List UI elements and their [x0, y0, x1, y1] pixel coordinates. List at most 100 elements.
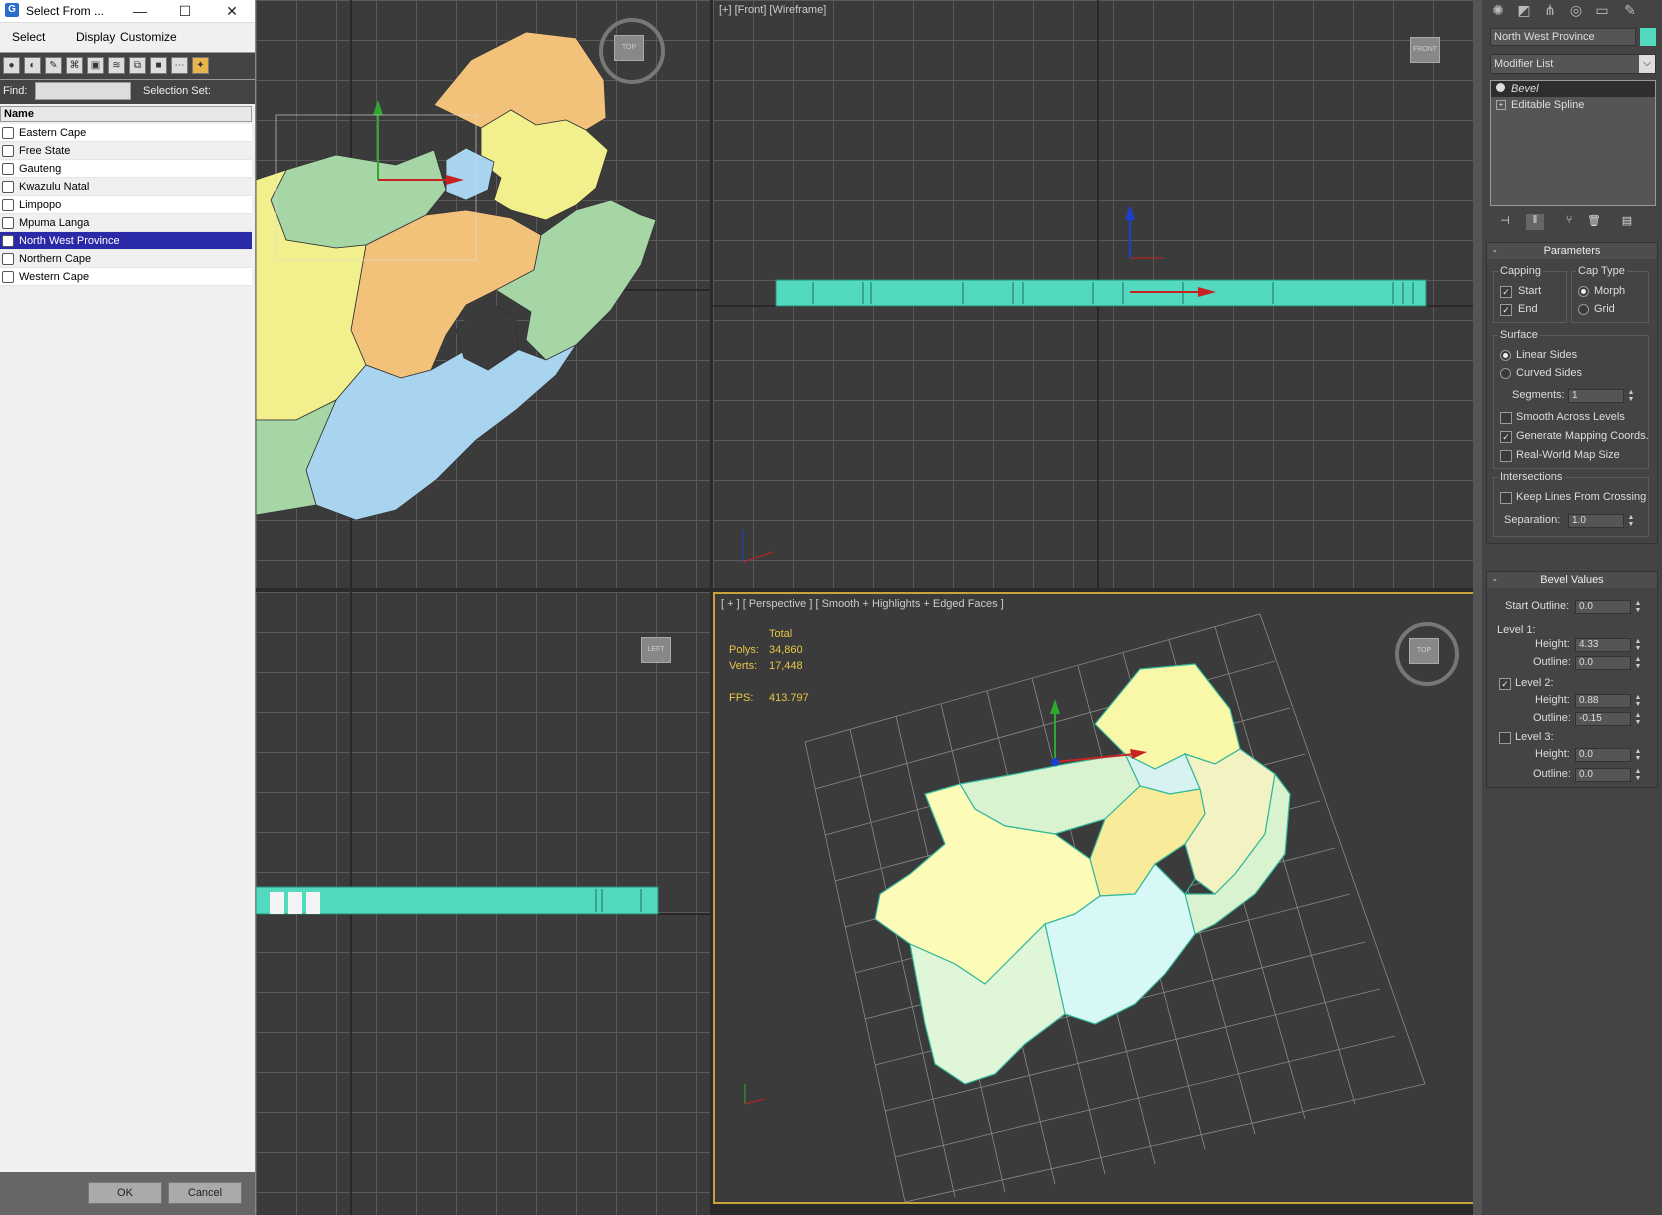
- surface-group: Surface Linear Sides Curved Sides Segmen…: [1493, 329, 1649, 469]
- stack-item-editable-spline[interactable]: + Editable Spline: [1491, 97, 1655, 113]
- level2-checkbox[interactable]: ✓: [1499, 678, 1511, 690]
- level1-label: Level 1:: [1497, 624, 1536, 636]
- spinner-arrows-icon[interactable]: ▲ ▼: [1633, 748, 1643, 762]
- cancel-button[interactable]: Cancel: [168, 1182, 242, 1204]
- stack-buttons: ⊣ ‖ ⑂ 🗑 ▤: [1490, 212, 1656, 234]
- cap-start-checkbox[interactable]: ✓: [1500, 286, 1512, 298]
- gen-mapping-checkbox[interactable]: ✓: [1500, 431, 1512, 443]
- shapes-filter-icon[interactable]: ◐: [24, 57, 41, 74]
- curved-sides-radio[interactable]: [1500, 368, 1511, 379]
- utilities-tab-icon[interactable]: ✎: [1620, 2, 1640, 20]
- viewport-top[interactable]: TOP: [256, 0, 710, 588]
- dialog-titlebar[interactable]: G Select From ... — ☐ ✕: [0, 0, 255, 23]
- level3-checkbox[interactable]: [1499, 732, 1511, 744]
- view-cube-left[interactable]: LEFT: [641, 637, 671, 663]
- list-item[interactable]: Gauteng: [0, 160, 252, 178]
- remove-modifier-icon[interactable]: 🗑: [1585, 214, 1603, 230]
- bones-filter-icon[interactable]: ⋯: [171, 57, 188, 74]
- cap-start-label: Start: [1518, 285, 1542, 297]
- menu-select[interactable]: Select: [12, 30, 45, 44]
- list-item[interactable]: Free State: [0, 142, 252, 160]
- view-cube-perspective[interactable]: TOP: [1409, 638, 1439, 664]
- spinner-arrows-icon[interactable]: ▲ ▼: [1633, 712, 1643, 726]
- lights-filter-icon[interactable]: ✎: [45, 57, 62, 74]
- segments-spinner[interactable]: 1: [1568, 389, 1624, 403]
- list-item[interactable]: Eastern Cape: [0, 124, 252, 142]
- spinner-arrows-icon[interactable]: ▲ ▼: [1633, 638, 1643, 652]
- list-item[interactable]: Limpopo: [0, 196, 252, 214]
- fps-value: 413.797: [769, 692, 809, 704]
- spinner-arrows-icon[interactable]: ▲ ▼: [1626, 514, 1636, 528]
- parameters-header[interactable]: - Parameters: [1487, 243, 1657, 259]
- level1-outline-spinner[interactable]: 0.0: [1575, 656, 1631, 670]
- object-name-field[interactable]: North West Province: [1490, 28, 1636, 46]
- list-item[interactable]: Mpuma Langa: [0, 214, 252, 232]
- xrefs-filter-icon[interactable]: ■: [150, 57, 167, 74]
- viewport-left[interactable]: LEFT: [256, 592, 710, 1215]
- list-item[interactable]: Kwazulu Natal: [0, 178, 252, 196]
- spinner-arrows-icon[interactable]: ▲ ▼: [1633, 694, 1643, 708]
- cap-end-label: End: [1518, 303, 1538, 315]
- level2-outline-spinner[interactable]: -0.15: [1575, 712, 1631, 726]
- spinner-arrows-icon[interactable]: ▲ ▼: [1626, 389, 1636, 403]
- name-column-header[interactable]: Name: [0, 106, 252, 122]
- level1-height-spinner[interactable]: 4.33: [1575, 638, 1631, 652]
- list-item[interactable]: Northern Cape: [0, 250, 252, 268]
- start-outline-spinner[interactable]: 0.0: [1575, 600, 1631, 614]
- viewport-front-label[interactable]: [+] [Front] [Wireframe]: [719, 4, 826, 16]
- view-cube[interactable]: TOP: [614, 35, 644, 61]
- viewport-perspective-label[interactable]: [ + ] [ Perspective ] [ Smooth + Highlig…: [721, 598, 1004, 610]
- level3-outline-spinner[interactable]: 0.0: [1575, 768, 1631, 782]
- object-color-swatch[interactable]: [1640, 28, 1656, 46]
- level3-height-spinner[interactable]: 0.0: [1575, 748, 1631, 762]
- motion-tab-icon[interactable]: ◎: [1566, 2, 1586, 20]
- modifier-stack: Bevel + Editable Spline: [1490, 80, 1656, 206]
- stack-item-bevel[interactable]: Bevel: [1491, 81, 1655, 97]
- show-end-result-icon[interactable]: ‖: [1526, 214, 1544, 230]
- viewport-perspective[interactable]: [ + ] [ Perspective ] [ Smooth + Highlig…: [713, 592, 1479, 1204]
- make-unique-icon[interactable]: ⑂: [1560, 214, 1578, 230]
- spinner-arrows-icon[interactable]: ▲ ▼: [1633, 600, 1643, 614]
- linear-sides-radio[interactable]: [1500, 350, 1511, 361]
- list-item[interactable]: Western Cape: [0, 268, 252, 286]
- cap-end-checkbox[interactable]: ✓: [1500, 304, 1512, 316]
- view-cube-front[interactable]: FRONT: [1410, 37, 1440, 63]
- groups-filter-icon[interactable]: ⧉: [129, 57, 146, 74]
- spacewarps-filter-icon[interactable]: ≋: [108, 57, 125, 74]
- menu-customize[interactable]: Customize: [120, 30, 177, 44]
- cameras-filter-icon[interactable]: ⌘: [66, 57, 83, 74]
- separation-spinner[interactable]: 1.0: [1568, 514, 1624, 528]
- smooth-across-checkbox[interactable]: [1500, 412, 1512, 424]
- close-button[interactable]: ✕: [212, 1, 252, 21]
- spinner-arrows-icon[interactable]: ▲ ▼: [1633, 768, 1643, 782]
- minimize-button[interactable]: —: [120, 1, 160, 21]
- real-world-checkbox[interactable]: [1500, 450, 1512, 462]
- panel-divider[interactable]: [1473, 0, 1482, 1215]
- spinner-arrows-icon[interactable]: ▲ ▼: [1633, 656, 1643, 670]
- select-all-icon[interactable]: ✦: [192, 57, 209, 74]
- lightbulb-icon[interactable]: [1496, 83, 1505, 92]
- pin-stack-icon[interactable]: ⊣: [1496, 214, 1514, 230]
- helpers-filter-icon[interactable]: ▣: [87, 57, 104, 74]
- create-tab-icon[interactable]: ✺: [1488, 2, 1508, 20]
- menu-display[interactable]: Display: [76, 30, 115, 44]
- shape-icon: [2, 181, 14, 193]
- list-item-selected[interactable]: North West Province: [0, 232, 252, 250]
- display-tab-icon[interactable]: ▭: [1592, 2, 1612, 20]
- ok-button[interactable]: OK: [88, 1182, 162, 1204]
- find-input[interactable]: [35, 82, 131, 100]
- hierarchy-tab-icon[interactable]: ⋔: [1540, 2, 1560, 20]
- cap-grid-radio[interactable]: [1578, 304, 1589, 315]
- configure-sets-icon[interactable]: ▤: [1618, 214, 1636, 230]
- level2-height-spinner[interactable]: 0.88: [1575, 694, 1631, 708]
- maximize-button[interactable]: ☐: [165, 1, 205, 21]
- keep-lines-checkbox[interactable]: [1500, 492, 1512, 504]
- cap-morph-radio[interactable]: [1578, 286, 1589, 297]
- expand-icon[interactable]: +: [1496, 100, 1506, 110]
- top-view-map: [256, 0, 710, 588]
- bevel-values-header[interactable]: - Bevel Values: [1487, 572, 1657, 588]
- modifier-list-dropdown[interactable]: Modifier List ⌵: [1490, 54, 1656, 74]
- modify-tab-icon[interactable]: ◩: [1514, 2, 1534, 20]
- geometry-filter-icon[interactable]: ●: [3, 57, 20, 74]
- viewport-front[interactable]: [+] [Front] [Wireframe] FRONT: [713, 0, 1479, 588]
